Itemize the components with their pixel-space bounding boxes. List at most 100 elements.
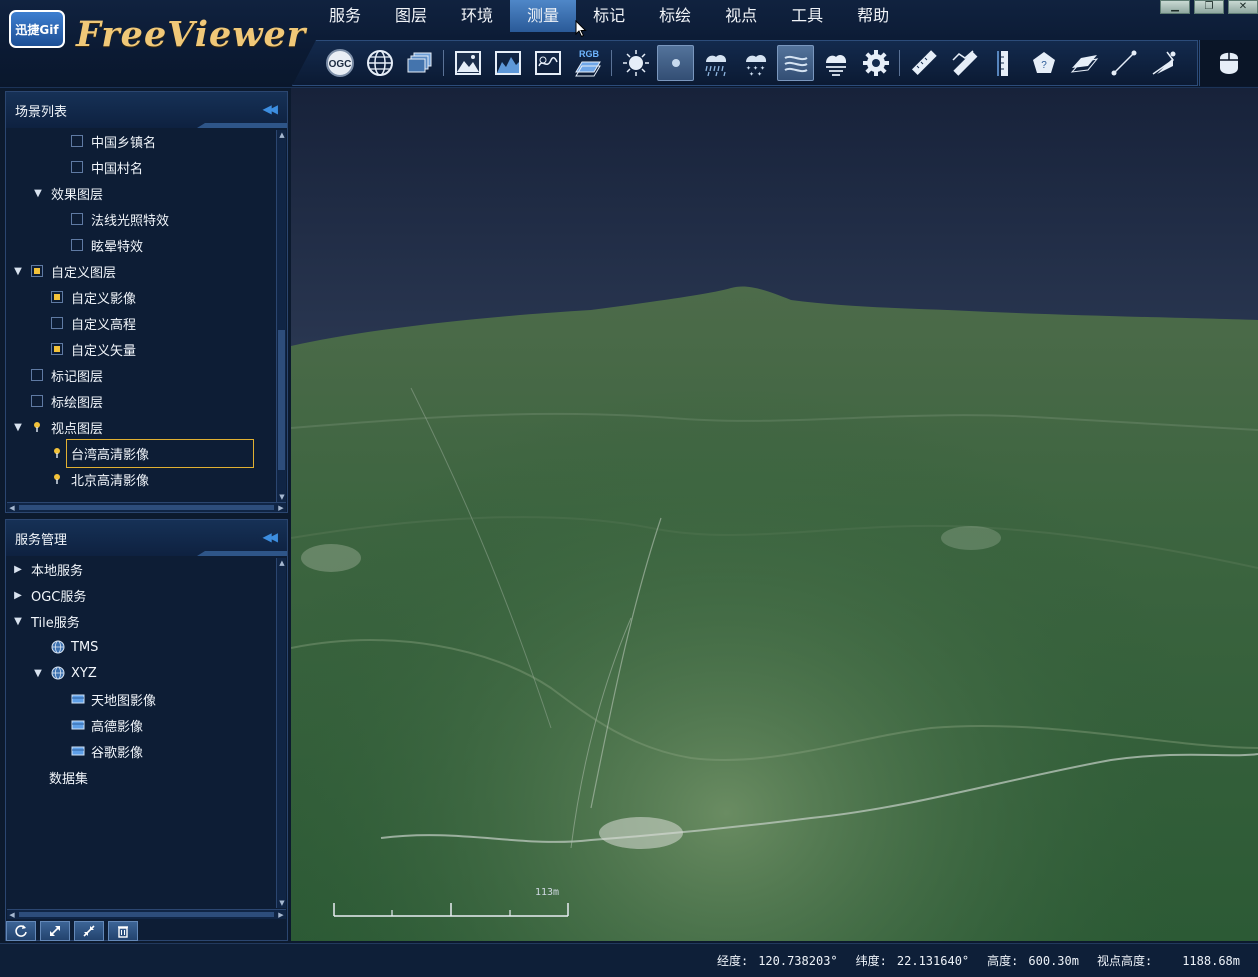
scene-layer-item[interactable]: 自定义影像 <box>6 284 275 310</box>
layer-checkbox[interactable] <box>71 161 83 173</box>
collapse-panel-icon[interactable]: ◀◀ <box>263 102 279 116</box>
collapse-panel-icon[interactable]: ◀◀ <box>263 530 279 544</box>
globe-icon[interactable] <box>361 45 398 81</box>
menu-viewpoint[interactable]: 视点 <box>708 0 774 32</box>
menu-help[interactable]: 帮助 <box>840 0 906 32</box>
scene-layer-item[interactable]: ▼ 视点图层 <box>6 414 275 440</box>
scene-list-panel: 场景列表 ◀◀ 中国乡镇名 中国村名 ▼ 效果图层 法线光照特效 眩晕特效 ▼ 自定义图层 自定… <box>5 91 288 513</box>
expand-all-button[interactable] <box>40 921 70 941</box>
minimize-button[interactable]: ▁ <box>1160 0 1190 14</box>
scroll-left-icon[interactable]: ◀ <box>7 503 17 513</box>
collapse-arrow-icon[interactable]: ▶ <box>13 590 23 601</box>
viewpoint-pin-icon <box>51 447 63 459</box>
scene-layer-item[interactable]: 中国村名 <box>6 154 275 180</box>
elevation-icon[interactable] <box>489 45 526 81</box>
snow-icon[interactable]: ✦ ✦ ✦ ✦ ✦ <box>737 45 774 81</box>
layer-checkbox[interactable] <box>51 317 63 329</box>
scene-vertical-scrollbar[interactable]: ▲ ▼ <box>276 130 286 502</box>
scene-layer-item[interactable]: 标绘图层 <box>6 388 275 414</box>
scroll-thumb[interactable] <box>278 330 285 470</box>
scene-layer-item[interactable]: 自定义矢量 <box>6 336 275 362</box>
menu-measure[interactable]: 测量 <box>510 0 577 32</box>
fog-icon[interactable] <box>777 45 814 81</box>
menu-environment[interactable]: 环境 <box>444 0 510 32</box>
layer-checkbox[interactable] <box>31 265 43 277</box>
layer-checkbox[interactable] <box>51 291 63 303</box>
collapse-all-button[interactable] <box>74 921 104 941</box>
menu-layer[interactable]: 图层 <box>378 0 444 32</box>
distance-ruler-icon[interactable] <box>905 45 942 81</box>
scene-layer-item[interactable]: 法线光照特效 <box>6 206 275 232</box>
cloud-icon[interactable] <box>817 45 854 81</box>
refresh-button[interactable] <box>6 921 36 941</box>
service-horizontal-scrollbar[interactable]: ◀ ▶ <box>7 909 286 919</box>
delete-button[interactable] <box>108 921 138 941</box>
scene-layer-item[interactable]: 自定义高程 <box>6 310 275 336</box>
service-item[interactable]: 天地图影像 <box>6 686 275 712</box>
scene-layer-item[interactable]: 北京高清影像 <box>6 466 275 492</box>
scroll-down-icon[interactable]: ▼ <box>277 898 287 908</box>
menu-tools[interactable]: 工具 <box>774 0 840 32</box>
service-vertical-scrollbar[interactable]: ▲ ▼ <box>276 558 286 908</box>
menu-service[interactable]: 服务 <box>312 0 378 32</box>
tree-item-label: 数据集 <box>49 771 89 787</box>
expand-arrow-icon[interactable]: ▼ <box>13 266 23 277</box>
layer-checkbox[interactable] <box>31 369 43 381</box>
layer-checkbox[interactable] <box>71 135 83 147</box>
rain-icon[interactable] <box>697 45 734 81</box>
angle-measure-icon[interactable] <box>1145 45 1182 81</box>
layer-checkbox[interactable] <box>71 239 83 251</box>
ogc-icon[interactable]: OGC <box>321 45 358 81</box>
path-ruler-icon[interactable] <box>945 45 982 81</box>
image-terrain-icon[interactable] <box>449 45 486 81</box>
area-pentagon-icon[interactable]: ? <box>1025 45 1062 81</box>
service-item[interactable]: ▼ XYZ <box>6 660 275 686</box>
layer-checkbox[interactable] <box>71 213 83 225</box>
service-item[interactable]: 谷歌影像 <box>6 738 275 764</box>
expand-arrow-icon[interactable]: ▼ <box>33 188 43 199</box>
collapse-arrow-icon[interactable]: ▶ <box>13 564 23 575</box>
service-item[interactable]: ▶ 本地服务 <box>6 556 275 582</box>
atmosphere-icon[interactable] <box>657 45 694 81</box>
scroll-right-icon[interactable]: ▶ <box>276 910 286 920</box>
service-item[interactable]: 数据集 <box>6 764 275 790</box>
expand-arrow-icon[interactable]: ▼ <box>13 616 23 627</box>
expand-arrow-icon[interactable]: ▼ <box>13 422 23 433</box>
menu-plot[interactable]: 标绘 <box>642 0 708 32</box>
layers-icon[interactable] <box>401 45 438 81</box>
mouse-mode-button[interactable] <box>1199 40 1258 86</box>
scene-layer-item[interactable]: 中国乡镇名 <box>6 128 275 154</box>
scroll-right-icon[interactable]: ▶ <box>276 503 286 513</box>
map-view-icon[interactable] <box>529 45 566 81</box>
scroll-left-icon[interactable]: ◀ <box>7 910 17 920</box>
layer-checkbox[interactable] <box>51 343 63 355</box>
service-item[interactable]: TMS <box>6 634 275 660</box>
layer-checkbox[interactable] <box>31 395 43 407</box>
scroll-thumb[interactable] <box>19 912 274 917</box>
scene-horizontal-scrollbar[interactable]: ◀ ▶ <box>7 502 286 512</box>
scroll-up-icon[interactable]: ▲ <box>277 130 287 140</box>
scroll-up-icon[interactable]: ▲ <box>277 558 287 568</box>
3d-map-view[interactable] <box>291 88 1258 941</box>
service-item[interactable]: 高德影像 <box>6 712 275 738</box>
tree-item-label: 视点图层 <box>51 421 104 437</box>
restore-button[interactable]: ❐ <box>1194 0 1224 14</box>
scroll-down-icon[interactable]: ▼ <box>277 492 287 502</box>
scene-layer-item[interactable]: ▼ 自定义图层 <box>6 258 275 284</box>
height-ruler-icon[interactable] <box>985 45 1022 81</box>
rgb-layer-icon[interactable]: RGB <box>569 45 606 81</box>
close-button[interactable]: ✕ <box>1228 0 1258 14</box>
expand-arrow-icon[interactable]: ▼ <box>33 668 43 679</box>
scene-layer-item[interactable]: ▼ 效果图层 <box>6 180 275 206</box>
scene-tree: 中国乡镇名 中国村名 ▼ 效果图层 法线光照特效 眩晕特效 ▼ 自定义图层 自定义影像 自定义高程… <box>6 128 275 500</box>
line-measure-icon[interactable] <box>1105 45 1142 81</box>
scroll-thumb[interactable] <box>19 505 274 510</box>
service-item[interactable]: ▼ Tile服务 <box>6 608 275 634</box>
service-item[interactable]: ▶ OGC服务 <box>6 582 275 608</box>
scene-layer-item[interactable]: 标记图层 <box>6 362 275 388</box>
settings-icon[interactable] <box>857 45 894 81</box>
scene-layer-item[interactable]: 眩晕特效 <box>6 232 275 258</box>
scene-layer-item[interactable]: 台湾高清影像 <box>6 438 275 468</box>
surface-area-icon[interactable] <box>1065 45 1102 81</box>
sun-icon[interactable] <box>617 45 654 81</box>
